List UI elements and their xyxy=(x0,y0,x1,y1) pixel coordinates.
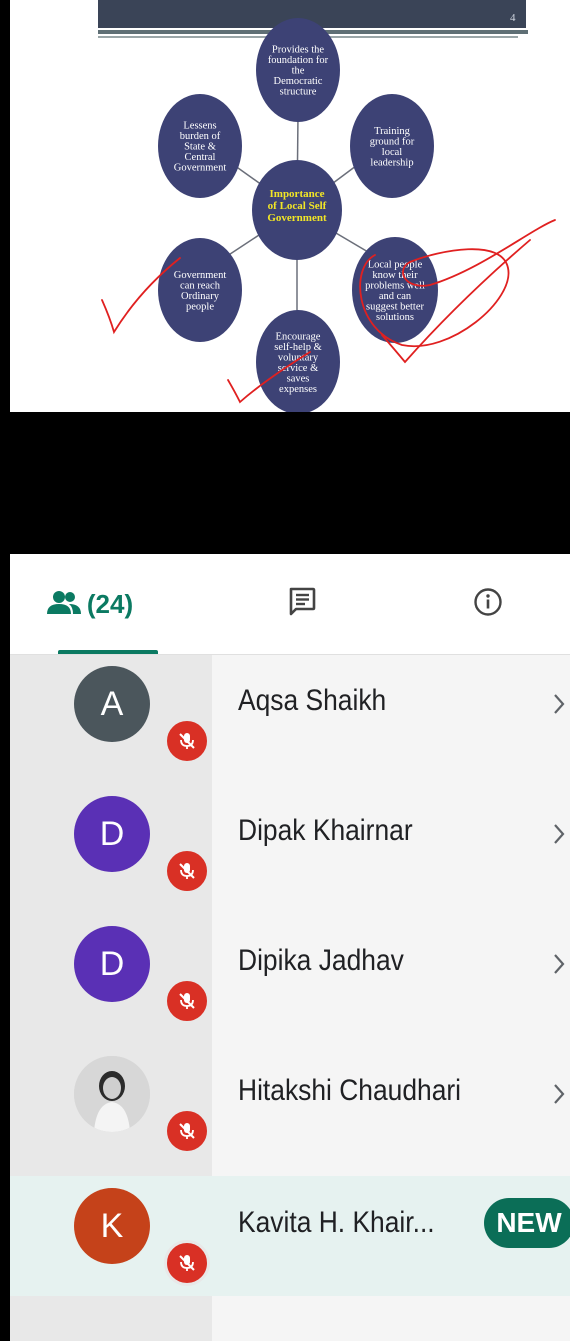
tab-chat[interactable] xyxy=(272,554,332,654)
avatar: D xyxy=(74,926,150,1002)
chevron-right-icon[interactable] xyxy=(552,822,566,846)
bubble-training-label: Training ground for local leadership xyxy=(370,126,415,169)
people-icon xyxy=(46,590,81,619)
participant-name: Dipika Jadhav xyxy=(238,944,404,977)
participant-name: Hitakshi Chaudhari xyxy=(238,1074,462,1107)
shared-slide: 4 Provides the foundation for the Democr… xyxy=(10,0,570,412)
avatar: A xyxy=(74,666,150,742)
info-icon xyxy=(473,587,503,622)
participant-count: (24) xyxy=(86,588,134,619)
tab-info[interactable] xyxy=(458,554,518,654)
panel-tabs: (24) xyxy=(10,554,570,655)
participant-row[interactable]: A Aqsa Shaikh xyxy=(10,654,570,774)
mic-off-icon xyxy=(164,978,210,1024)
bubble-encourage-label: Encourage self-help & voluntary service & sa… xyxy=(274,331,322,395)
participant-name: Aqsa Shaikh xyxy=(238,684,387,717)
chevron-right-icon[interactable] xyxy=(552,692,566,716)
participants-panel: (24) A Aqsa Shaikh D Dipak Khairnar D Di… xyxy=(10,554,570,1341)
chevron-right-icon[interactable] xyxy=(552,1082,566,1106)
chat-icon xyxy=(288,587,316,622)
mic-off-icon xyxy=(164,848,210,894)
avatar xyxy=(74,1056,150,1132)
chevron-right-icon[interactable] xyxy=(552,952,566,976)
participant-row[interactable]: D Dipak Khairnar xyxy=(10,784,570,904)
participant-row[interactable]: Hitakshi Chaudhari xyxy=(10,1044,570,1164)
video-letterbox xyxy=(0,412,570,554)
bubble-center-label: Importance of Local Self Government xyxy=(267,188,327,224)
slide-diagram: Provides the foundation for the Democratic s… xyxy=(101,18,556,412)
participant-row[interactable]: D Dipika Jadhav xyxy=(10,914,570,1034)
mic-off-icon xyxy=(164,718,210,764)
new-badge: NEW xyxy=(484,1198,570,1248)
avatar: K xyxy=(74,1188,150,1264)
tab-people[interactable]: (24) xyxy=(30,554,150,654)
meeting-screen: 4 Provides the foundation for the Democr… xyxy=(0,0,570,1341)
participant-row[interactable]: K Kavita H. Khair... NEW xyxy=(10,1176,570,1296)
avatar: D xyxy=(74,796,150,872)
mic-off-icon xyxy=(164,1240,210,1286)
participant-name: Kavita H. Khair... xyxy=(238,1206,435,1239)
mic-off-icon xyxy=(164,1108,210,1154)
participant-name: Dipak Khairnar xyxy=(238,814,413,847)
